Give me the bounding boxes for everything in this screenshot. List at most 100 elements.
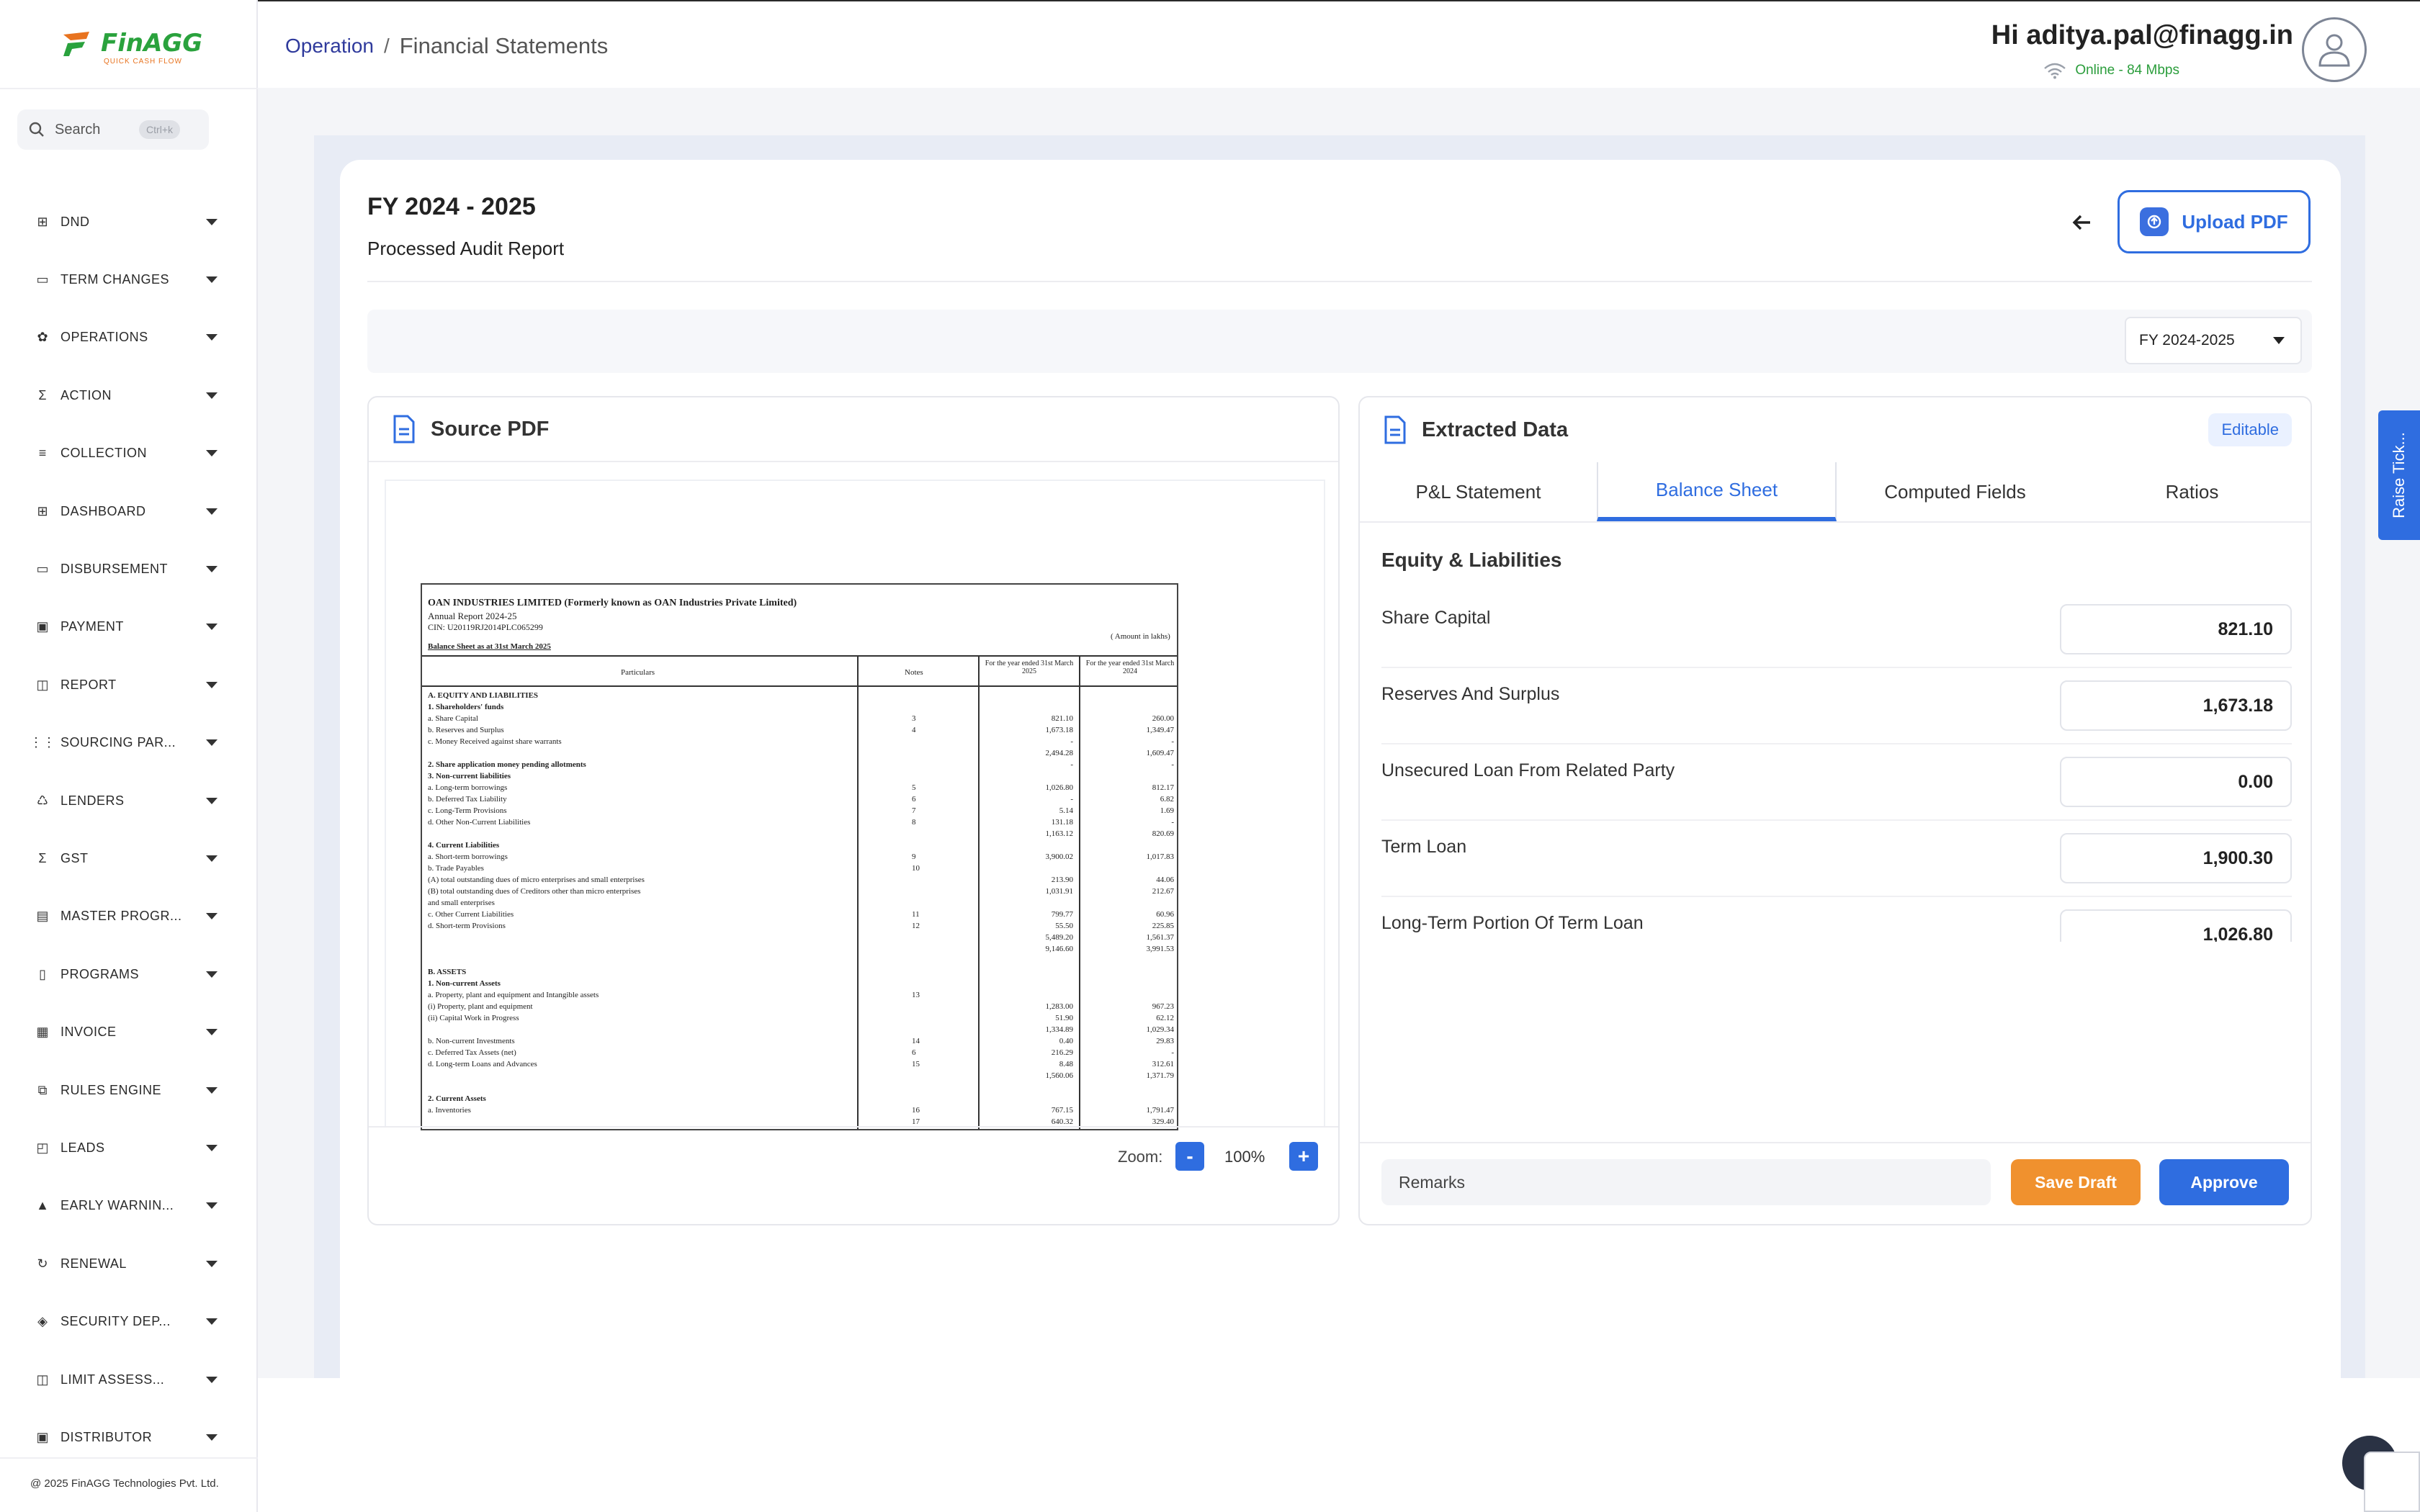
field-value-input[interactable]: 1,900.30 [2060, 833, 2292, 883]
connection-status: Online - 84 Mbps [2043, 62, 2179, 79]
filter-bar [367, 310, 2312, 373]
pdf-cell: 1,334.89 [1045, 1025, 1074, 1034]
tab-computed-fields[interactable]: Computed Fields [1837, 462, 2074, 521]
chevron-down-icon[interactable] [206, 913, 218, 920]
chevron-down-icon[interactable] [206, 1434, 218, 1441]
pdf-cell: 13 [912, 991, 920, 999]
pdf-cell: 55.50 [1055, 922, 1073, 930]
chevron-down-icon[interactable] [206, 1086, 218, 1094]
chevron-down-icon[interactable] [206, 276, 218, 284]
card-icon: ▭ [36, 562, 49, 577]
sidebar-item-report[interactable]: ◫ REPORT [0, 656, 258, 714]
top-bar: Operation / Financial Statements Hi adit… [258, 0, 2420, 88]
sidebar-item-disbursement[interactable]: ▭ DISBURSEMENT [0, 540, 258, 598]
sidebar-item-dnd[interactable]: ⊞ DND [0, 193, 258, 251]
pdf-cell: (i) Property, plant and equipment [428, 1002, 533, 1011]
chevron-down-icon[interactable] [206, 1202, 218, 1210]
zoom-in-button[interactable]: + [1289, 1142, 1318, 1171]
avatar[interactable] [2302, 17, 2367, 82]
pdf-cell: 14 [912, 1037, 920, 1045]
chevron-down-icon[interactable] [206, 1144, 218, 1151]
field-value-input[interactable]: 821.10 [2060, 604, 2292, 654]
sidebar-item-label: DASHBOARD [60, 503, 146, 518]
pdf-cell: 9,146.60 [1045, 945, 1074, 953]
chevron-down-icon[interactable] [206, 508, 218, 515]
sidebar-item-invoice[interactable]: ▦ INVOICE [0, 1003, 258, 1061]
field-value-input[interactable]: 1,673.18 [2060, 680, 2292, 731]
sidebar-item-early-warnin[interactable]: ▲ EARLY WARNIN... [0, 1177, 258, 1235]
sidebar-item-gst[interactable]: Σ GST [0, 829, 258, 887]
chevron-down-icon[interactable] [206, 739, 218, 747]
pdf-cell: b. Trade Payables [428, 864, 484, 873]
chevron-down-icon[interactable] [206, 1318, 218, 1326]
fy-select[interactable]: FY 2024-2025 [2125, 317, 2302, 364]
pdf-cell: 767.15 [1051, 1106, 1073, 1115]
tab-balance-sheet[interactable]: Balance Sheet [1597, 462, 1837, 521]
chevron-down-icon[interactable] [206, 218, 218, 225]
chevron-down-icon[interactable] [206, 624, 218, 631]
sidebar-item-limit-assess[interactable]: ◫ LIMIT ASSESS... [0, 1351, 258, 1408]
sidebar-item-term-changes[interactable]: ▭ TERM CHANGES [0, 251, 258, 308]
chevron-down-icon[interactable] [206, 1029, 218, 1036]
sidebar-item-label: RENEWAL [60, 1256, 127, 1271]
approve-button[interactable]: Approve [2159, 1159, 2289, 1205]
sidebar-item-label: SOURCING PAR... [60, 735, 176, 750]
chevron-down-icon[interactable] [206, 1376, 218, 1383]
sidebar-item-sourcing-par[interactable]: ⋮⋮ SOURCING PAR... [0, 714, 258, 772]
upload-pdf-button[interactable]: Upload PDF [2118, 190, 2311, 253]
sidebar-item-renewal[interactable]: ↻ RENEWAL [0, 1235, 258, 1292]
chat-widget-corner [2364, 1452, 2420, 1512]
back-arrow-icon[interactable] [2069, 209, 2096, 236]
logo-tagline: QUICK CASH FLOW [104, 58, 182, 66]
sidebar-item-lenders[interactable]: ♺ LENDERS [0, 772, 258, 829]
pdf-cell: d. Long-term Loans and Advances [428, 1060, 537, 1068]
pdf-cell: 329.40 [1152, 1117, 1174, 1126]
tab-ratios[interactable]: Ratios [2074, 462, 2311, 521]
sidebar-item-label: PROGRAMS [60, 966, 140, 981]
chevron-down-icon[interactable] [206, 971, 218, 978]
chevron-down-icon[interactable] [206, 1260, 218, 1267]
pdf-cell: 12 [912, 922, 920, 930]
pdf-cell: a. Long-term borrowings [428, 783, 508, 792]
chevron-down-icon[interactable] [206, 566, 218, 573]
pdf-cell: 7 [912, 806, 916, 815]
sidebar-item-operations[interactable]: ✿ OPERATIONS [0, 309, 258, 366]
sidebar-item-leads[interactable]: ◰ LEADS [0, 1119, 258, 1176]
pdf-cell: 1,673.18 [1045, 726, 1074, 734]
sidebar-item-collection[interactable]: ≡ COLLECTION [0, 425, 258, 482]
chevron-down-icon[interactable] [206, 681, 218, 688]
pdf-viewer[interactable]: OAN INDUSTRIES LIMITED (Formerly known a… [386, 481, 1324, 1130]
chevron-down-icon[interactable] [206, 450, 218, 457]
sidebar-item-rules-engine[interactable]: ⧉ RULES ENGINE [0, 1061, 258, 1119]
chevron-down-icon[interactable] [206, 797, 218, 804]
breadcrumb-operation-link[interactable]: Operation [285, 35, 374, 58]
breadcrumb: Operation / Financial Statements [285, 33, 608, 59]
sidebar-item-master-progr[interactable]: ▤ MASTER PROGR... [0, 888, 258, 945]
pdf-cell: 1. Shareholders' funds [428, 703, 504, 711]
pdf-cell: 5,489.20 [1045, 933, 1074, 942]
field-value-input[interactable]: 0.00 [2060, 757, 2292, 807]
sidebar-item-payment[interactable]: ▣ PAYMENT [0, 598, 258, 656]
pdf-col-particulars: Particulars [621, 668, 655, 677]
chevron-down-icon[interactable] [206, 392, 218, 399]
chevron-down-icon[interactable] [206, 855, 218, 862]
finagg-logo[interactable]: FinAGG QUICK CASH FLOW [60, 29, 202, 66]
section-title: Equity & Liabilities [1381, 549, 1562, 571]
sidebar-item-action[interactable]: Σ ACTION [0, 366, 258, 424]
sidebar-item-security-dep[interactable]: ◈ SECURITY DEP... [0, 1292, 258, 1350]
pdf-cell: b. Reserves and Surplus [428, 726, 504, 734]
sidebar-item-label: MASTER PROGR... [60, 909, 182, 924]
tab-p-l-statement[interactable]: P&L Statement [1360, 462, 1597, 521]
zoom-out-button[interactable]: - [1175, 1142, 1204, 1171]
sidebar-item-programs[interactable]: ▯ PROGRAMS [0, 945, 258, 1003]
sidebar-item-dashboard[interactable]: ⊞ DASHBOARD [0, 482, 258, 540]
wifi-icon [2044, 63, 2066, 79]
remarks-input[interactable]: Remarks [1381, 1159, 1991, 1205]
raise-ticket-tab[interactable]: Raise Tick... [2378, 410, 2420, 540]
pdf-cell: c. Deferred Tax Assets (net) [428, 1048, 516, 1057]
field-value-input[interactable]: 1,026.80 [2060, 909, 2292, 942]
save-draft-button[interactable]: Save Draft [2011, 1159, 2141, 1205]
pdf-cell: b. Non-current Investments [428, 1037, 515, 1045]
sidebar-search[interactable]: Search Ctrl+k [17, 109, 209, 150]
chevron-down-icon[interactable] [206, 334, 218, 341]
